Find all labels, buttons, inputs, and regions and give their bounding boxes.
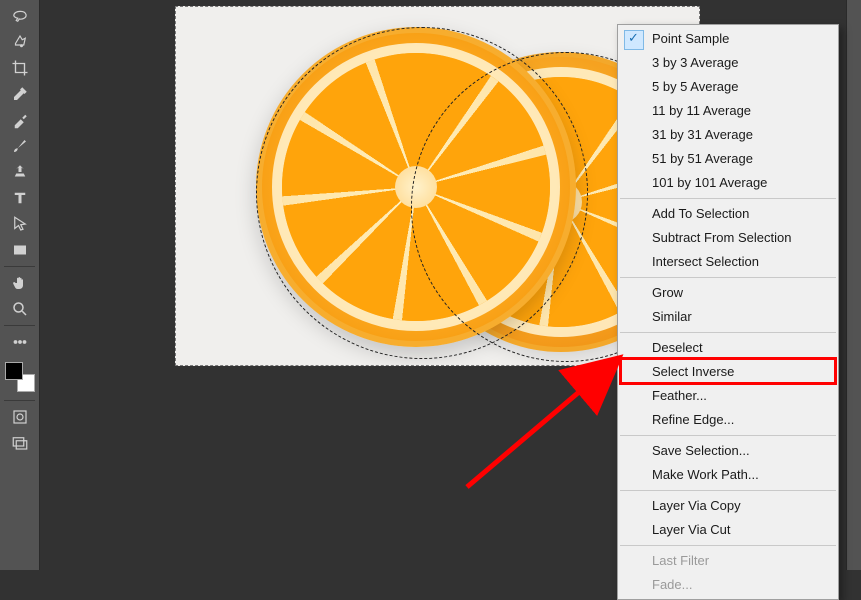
- crop-tool[interactable]: [6, 56, 34, 80]
- menu-item-last-filter: Last Filter: [618, 549, 838, 573]
- screen-mode-icon[interactable]: [6, 431, 34, 455]
- toolbox: [0, 0, 40, 570]
- menu-item-layer-via-cut[interactable]: Layer Via Cut: [618, 518, 838, 542]
- menu-item-layer-via-copy[interactable]: Layer Via Copy: [618, 494, 838, 518]
- menu-item-feather[interactable]: Feather...: [618, 384, 838, 408]
- quick-mask-icon[interactable]: [6, 405, 34, 429]
- panel-dock: [846, 0, 861, 570]
- rectangle-tool[interactable]: [6, 238, 34, 262]
- menu-item-intersect-selection[interactable]: Intersect Selection: [618, 250, 838, 274]
- brush-tool[interactable]: [6, 134, 34, 158]
- menu-item-51-by-51-average[interactable]: 51 by 51 Average: [618, 147, 838, 171]
- menu-separator: [620, 277, 836, 278]
- menu-item-subtract-from-selection[interactable]: Subtract From Selection: [618, 226, 838, 250]
- menu-item-refine-edge[interactable]: Refine Edge...: [618, 408, 838, 432]
- menu-item-select-inverse[interactable]: Select Inverse: [618, 360, 838, 384]
- eyedropper-tool[interactable]: [6, 82, 34, 106]
- edit-toolbar-icon[interactable]: [6, 330, 34, 354]
- context-menu: Point Sample3 by 3 Average5 by 5 Average…: [617, 24, 839, 600]
- menu-separator: [620, 490, 836, 491]
- menu-separator: [620, 332, 836, 333]
- orange-slice-front: [256, 27, 576, 347]
- menu-item-grow[interactable]: Grow: [618, 281, 838, 305]
- menu-separator: [620, 545, 836, 546]
- menu-item-point-sample[interactable]: Point Sample: [618, 27, 838, 51]
- menu-item-101-by-101-average[interactable]: 101 by 101 Average: [618, 171, 838, 195]
- menu-item-31-by-31-average[interactable]: 31 by 31 Average: [618, 123, 838, 147]
- menu-item-5-by-5-average[interactable]: 5 by 5 Average: [618, 75, 838, 99]
- menu-item-11-by-11-average[interactable]: 11 by 11 Average: [618, 99, 838, 123]
- zoom-tool[interactable]: [6, 297, 34, 321]
- menu-separator: [620, 198, 836, 199]
- menu-item-similar[interactable]: Similar: [618, 305, 838, 329]
- clone-stamp-tool[interactable]: [6, 160, 34, 184]
- menu-item-3-by-3-average[interactable]: 3 by 3 Average: [618, 51, 838, 75]
- path-selection-tool[interactable]: [6, 212, 34, 236]
- hand-tool[interactable]: [6, 271, 34, 295]
- spot-healing-tool[interactable]: [6, 108, 34, 132]
- menu-item-add-to-selection[interactable]: Add To Selection: [618, 202, 838, 226]
- menu-item-deselect[interactable]: Deselect: [618, 336, 838, 360]
- quick-selection-tool[interactable]: [6, 30, 34, 54]
- menu-item-fade: Fade...: [618, 573, 838, 597]
- color-swatches[interactable]: [5, 362, 35, 392]
- lasso-tool[interactable]: [6, 4, 34, 28]
- type-tool[interactable]: [6, 186, 34, 210]
- menu-item-make-work-path[interactable]: Make Work Path...: [618, 463, 838, 487]
- menu-item-save-selection[interactable]: Save Selection...: [618, 439, 838, 463]
- foreground-color-swatch[interactable]: [5, 362, 23, 380]
- menu-separator: [620, 435, 836, 436]
